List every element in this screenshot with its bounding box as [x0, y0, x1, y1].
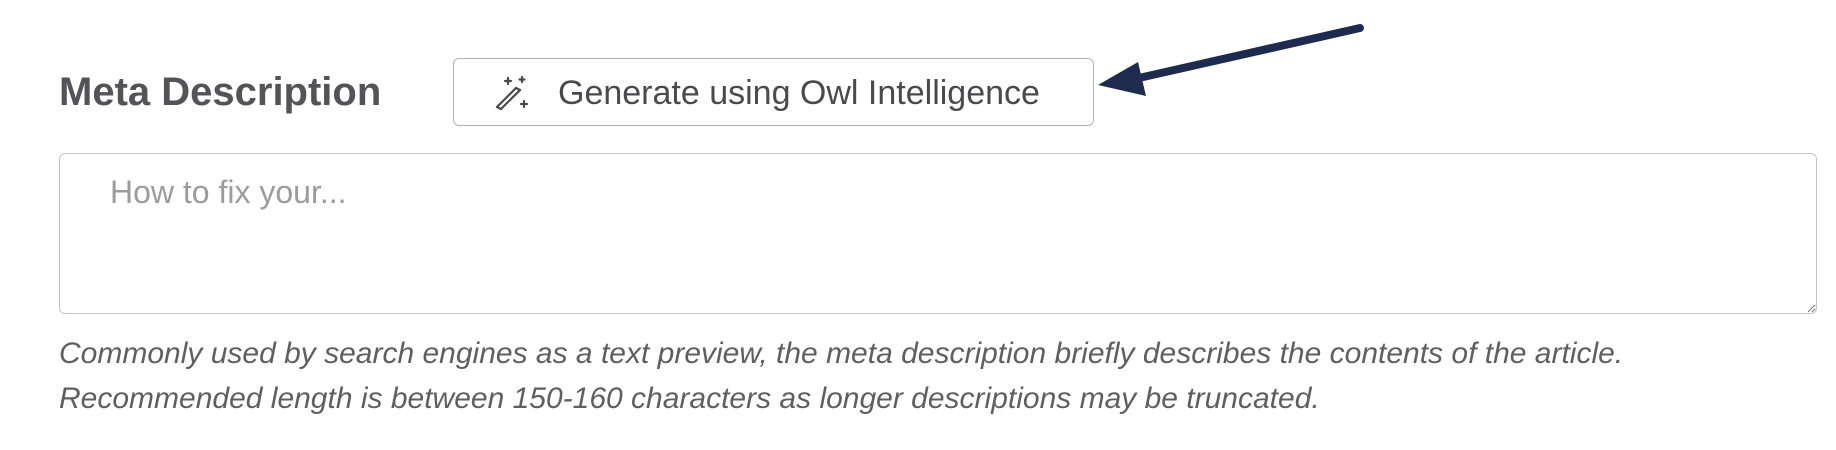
magic-wand-icon — [495, 75, 529, 111]
annotation-arrow-head — [1098, 62, 1146, 96]
generate-button-label: Generate using Owl Intelligence — [558, 74, 1040, 112]
meta-description-help-text: Commonly used by search engines as a tex… — [59, 331, 1819, 421]
help-text-line-1: Commonly used by search engines as a tex… — [59, 337, 1624, 370]
generate-owl-intelligence-button[interactable]: Generate using Owl Intelligence — [453, 58, 1094, 126]
help-text-line-2: Recommended length is between 150-160 ch… — [59, 382, 1320, 415]
meta-description-textarea[interactable] — [59, 153, 1817, 314]
meta-description-label: Meta Description — [59, 70, 382, 114]
annotation-arrow-shaft — [1126, 24, 1364, 84]
